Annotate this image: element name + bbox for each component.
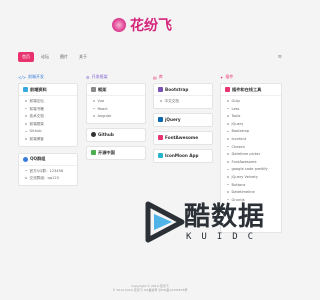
nav-item-home[interactable]: 首页 [18, 52, 34, 62]
list-item[interactable]: React [87, 106, 145, 114]
card-header[interactable]: Github [87, 129, 145, 141]
watermark-subtext: KUIDC [186, 232, 264, 242]
card-icon [91, 87, 96, 92]
list-item[interactable]: 前端博客 [19, 136, 77, 144]
plug-icon: ✦ [220, 74, 224, 80]
card-header[interactable]: Bootstrap [154, 84, 212, 96]
menu-icon[interactable]: ≡ [278, 54, 282, 60]
bootstrap-icon [158, 87, 163, 92]
card-oschina[interactable]: 开源中国 [86, 145, 146, 160]
book-icon: ▤ [153, 74, 157, 80]
card-icon [23, 87, 28, 92]
list-item[interactable]: Less [221, 106, 281, 114]
column-title: ⚙ 开发框架 [86, 74, 108, 80]
list-item[interactable]: Chosen [221, 144, 281, 152]
code-icon: </> [18, 74, 27, 80]
list-item[interactable]: google code prettify [221, 166, 281, 174]
card-header[interactable]: 插件和在线工具 [221, 84, 281, 96]
list-item[interactable]: 官方QQ群：123456 [19, 168, 77, 176]
column-title: ✦ 插件 [220, 74, 234, 80]
list-item[interactable]: Tools [221, 113, 281, 121]
github-icon [91, 132, 96, 138]
list-item[interactable]: jQuery Velvety [221, 174, 281, 182]
column-libraries: ▤ 库 Bootstrap 中文文档 jQuery FontAwesome Ico… [153, 74, 213, 163]
card-header[interactable]: 框架 [87, 84, 145, 96]
brand-title: 花纷飞 [130, 18, 172, 34]
list-item[interactable]: Datetime picker [221, 151, 281, 159]
list-item[interactable]: Vue [87, 98, 145, 106]
card-icon [225, 87, 230, 92]
nav-item-about[interactable]: 关于 [75, 52, 91, 62]
card-fontawesome[interactable]: FontAwesome [153, 130, 213, 145]
watermark: 酷数据 KUIDC [138, 188, 300, 290]
column-title: ▤ 库 [153, 74, 163, 80]
iconmoon-icon [158, 153, 163, 159]
list-item[interactable]: 技术文档 [19, 113, 77, 121]
card-github[interactable]: Github [86, 127, 146, 142]
top-nav: 首页 论坛 图片 关于 ≡ [18, 50, 282, 64]
list-item[interactable]: 前端论坛 [19, 98, 77, 106]
gear-icon: ⚙ [86, 74, 90, 80]
jquery-icon [158, 117, 163, 123]
fontawesome-icon [158, 135, 163, 141]
flower-icon [112, 18, 126, 32]
list-item[interactable]: 前端框架 [19, 121, 77, 129]
nav-item-images[interactable]: 图片 [56, 52, 72, 62]
column-title: </> 前端开发 [18, 74, 45, 80]
list-item[interactable]: 中文文档 [154, 98, 212, 106]
list-item[interactable]: FontAwesome [221, 159, 281, 167]
card-jquery[interactable]: jQuery [153, 112, 213, 127]
card-frontend-resources: 前端资料 前端论坛 前端书籍 技术文档 前端框架 Github 前端博客 [18, 83, 78, 147]
card-iconmoon[interactable]: IconMoon App [153, 148, 213, 163]
list-item[interactable]: 前端书籍 [19, 106, 77, 114]
list-item[interactable]: jQuery [221, 121, 281, 129]
oschina-icon [91, 150, 96, 156]
play-logo-icon [145, 201, 185, 243]
card-header[interactable]: IconMoon App [154, 150, 212, 162]
list-item[interactable]: Angular [87, 113, 145, 121]
card-qq-groups: QQ群组 官方QQ群：123456 交流群组：qq123 [18, 152, 78, 186]
card-header[interactable]: jQuery [154, 114, 212, 126]
list-item[interactable]: 交流群组：qq123 [19, 175, 77, 183]
watermark-text: 酷数据 [184, 202, 266, 232]
list-item[interactable]: Github [19, 128, 77, 136]
list-item[interactable]: Gulp [221, 98, 281, 106]
brand-logo[interactable]: 花纷飞 [112, 13, 192, 37]
nav-item-forum[interactable]: 论坛 [37, 52, 53, 62]
column-frontend: </> 前端开发 前端资料 前端论坛 前端书籍 技术文档 前端框架 Github … [18, 74, 78, 186]
column-frameworks: ⚙ 开发框架 框架 Vue React Angular Github 开源中国 [86, 74, 146, 160]
card-frameworks: 框架 Vue React Angular [86, 83, 146, 124]
card-bootstrap: Bootstrap 中文文档 [153, 83, 213, 109]
qq-icon [23, 156, 28, 162]
card-header[interactable]: 开源中国 [87, 147, 145, 159]
card-header[interactable]: 前端资料 [19, 84, 77, 96]
card-header[interactable]: QQ群组 [19, 154, 77, 166]
card-header[interactable]: FontAwesome [154, 132, 212, 144]
list-item[interactable]: Bootstrap [221, 128, 281, 136]
list-item[interactable]: Iconfont [221, 136, 281, 144]
